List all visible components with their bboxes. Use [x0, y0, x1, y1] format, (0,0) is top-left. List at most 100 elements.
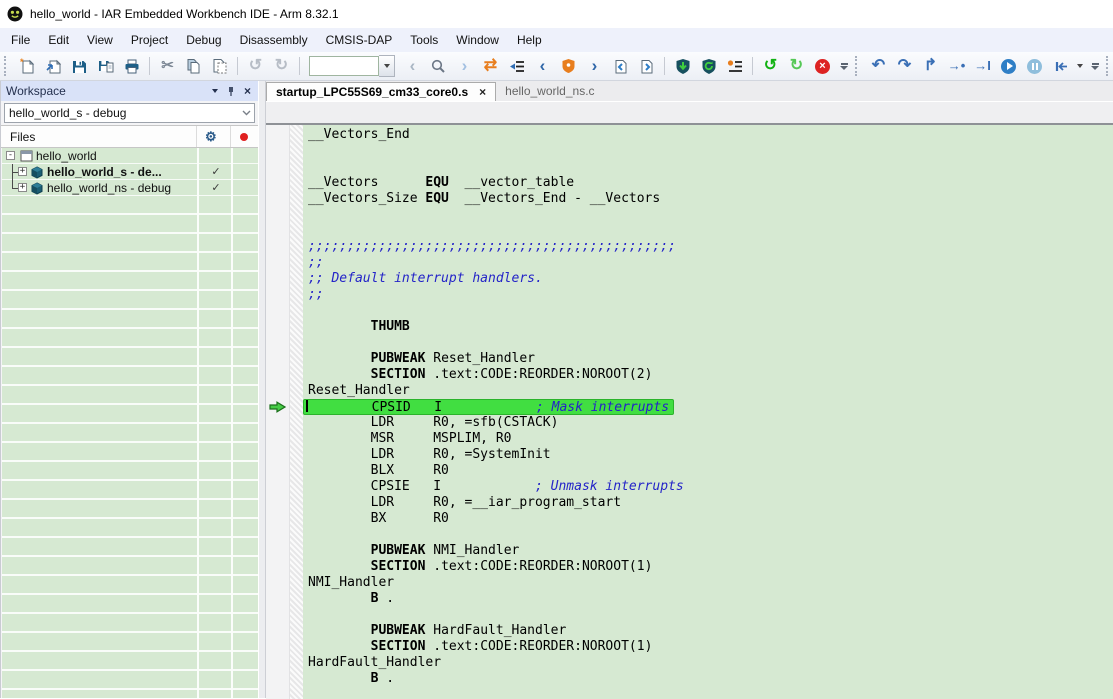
code-line[interactable]: SECTION .text:CODE:REORDER:NOROOT(1)	[303, 559, 1113, 575]
menu-debug[interactable]: Debug	[177, 28, 230, 52]
navigate-back-icon[interactable]: ‹	[400, 55, 425, 77]
new-document-icon[interactable]: *	[15, 55, 40, 77]
menu-cmsis-dap[interactable]: CMSIS-DAP	[317, 28, 402, 52]
code-line[interactable]	[303, 687, 1113, 699]
save-all-icon[interactable]	[93, 55, 118, 77]
panel-splitter[interactable]	[258, 81, 266, 698]
toggle-source-browser-icon[interactable]: ⇄	[478, 55, 503, 77]
tab-startup_LPC55S69_cm33_core0.s[interactable]: startup_LPC55S69_cm33_core0.s×	[266, 82, 496, 101]
tree-expander-icon[interactable]: -	[6, 151, 15, 160]
open-document-icon[interactable]	[41, 55, 66, 77]
breakpoint-margin[interactable]	[290, 125, 303, 699]
code-line[interactable]: LDR R0, =sfb(CSTACK)	[303, 415, 1113, 431]
toolbar-overflow-icon[interactable]	[1089, 56, 1101, 76]
tree-item-hello_world_ns-debug[interactable]: +hello_world_ns - debug✓	[2, 180, 258, 196]
navigate-backward-page-icon[interactable]	[608, 55, 633, 77]
code-line[interactable]	[303, 303, 1113, 319]
workspace-file-tree[interactable]: -hello_world+hello_world_s - de...✓+hell…	[2, 148, 258, 698]
code-line[interactable]: ;;	[303, 255, 1113, 271]
breakpoints-window-icon[interactable]	[722, 55, 747, 77]
cut-icon[interactable]: ✂	[155, 55, 180, 77]
code-line[interactable]: ;;;;;;;;;;;;;;;;;;;;;;;;;;;;;;;;;;;;;;;;…	[303, 239, 1113, 255]
print-icon[interactable]	[119, 55, 144, 77]
code-line[interactable]	[303, 607, 1113, 623]
code-line[interactable]: B .	[303, 591, 1113, 607]
tab-close-icon[interactable]: ×	[479, 86, 486, 98]
download-active-application-icon[interactable]	[670, 55, 695, 77]
menu-tools[interactable]: Tools	[401, 28, 447, 52]
code-line[interactable]	[303, 143, 1113, 159]
tree-expander-icon[interactable]: +	[18, 167, 27, 176]
navigate-forward-page-icon[interactable]	[634, 55, 659, 77]
code-line[interactable]: SECTION .text:CODE:REORDER:NOROOT(1)	[303, 639, 1113, 655]
menu-edit[interactable]: Edit	[39, 28, 78, 52]
code-line[interactable]: __Vectors_End	[303, 127, 1113, 143]
close-icon[interactable]: ×	[244, 86, 251, 96]
code-line[interactable]: MSR MSPLIM, R0	[303, 431, 1113, 447]
stop-return-icon[interactable]	[1048, 55, 1073, 77]
debug-reset-icon[interactable]: ↶	[866, 55, 891, 77]
code-line[interactable]: PUBWEAK NMI_Handler	[303, 543, 1113, 559]
pin-icon[interactable]	[227, 86, 235, 97]
reset-icon[interactable]: ↺	[758, 55, 783, 77]
find-icon[interactable]	[426, 55, 451, 77]
copy-icon[interactable]	[181, 55, 206, 77]
redo-icon[interactable]: ↻	[269, 55, 294, 77]
configuration-selector[interactable]: hello_world_s - debug	[4, 103, 255, 123]
code-line[interactable]: __Vectors_Size EQU __Vectors_End - __Vec…	[303, 191, 1113, 207]
code-line[interactable]: LDR R0, =SystemInit	[303, 447, 1113, 463]
download-and-debug-icon[interactable]	[696, 55, 721, 77]
code-line[interactable]	[303, 207, 1113, 223]
run-to-cursor-icon[interactable]: →I	[970, 55, 995, 77]
goto-function-icon[interactable]	[504, 55, 529, 77]
code-line[interactable]: HardFault_Handler	[303, 655, 1113, 671]
break-icon[interactable]: ↻	[784, 55, 809, 77]
code-line[interactable]: CPSID I ; Mask interrupts	[303, 399, 1113, 415]
navigate-forward-icon[interactable]: ›	[452, 55, 477, 77]
toggle-bookmark-icon[interactable]	[556, 55, 581, 77]
tab-hello_world_ns.c[interactable]: hello_world_ns.c	[496, 82, 603, 101]
tree-item-hello_world[interactable]: -hello_world	[2, 148, 258, 164]
chevron-down-icon[interactable]	[238, 110, 254, 116]
menu-file[interactable]: File	[2, 28, 39, 52]
code-line[interactable]: THUMB	[303, 319, 1113, 335]
go-icon[interactable]	[996, 55, 1021, 77]
code-line[interactable]: NMI_Handler	[303, 575, 1113, 591]
code-line[interactable]: BLX R0	[303, 463, 1113, 479]
workspace-panel-header[interactable]: Workspace ×	[1, 81, 258, 101]
breakpoint-column-icon[interactable]	[240, 133, 248, 141]
stop-debugging-icon[interactable]: ×	[810, 55, 835, 77]
code-line[interactable]: BX R0	[303, 511, 1113, 527]
step-out-icon[interactable]: ↱	[918, 55, 943, 77]
code-line[interactable]: SECTION .text:CODE:REORDER:NOROOT(2)	[303, 367, 1113, 383]
code-line[interactable]	[303, 527, 1113, 543]
undo-icon[interactable]: ↺	[243, 55, 268, 77]
toolbar-grip[interactable]	[855, 56, 861, 76]
next-bookmark-icon[interactable]: ›	[582, 55, 607, 77]
toolbar-grip[interactable]	[4, 56, 10, 76]
menu-window[interactable]: Window	[447, 28, 508, 52]
find-combobox-dropdown[interactable]	[379, 55, 395, 77]
gear-icon[interactable]: ⚙	[205, 129, 217, 145]
editor-gutter[interactable]	[266, 125, 290, 699]
tree-item-hello_world_s-de-[interactable]: +hello_world_s - de...✓	[2, 164, 258, 180]
pause-icon[interactable]	[1022, 55, 1047, 77]
paste-icon[interactable]	[207, 55, 232, 77]
code-line[interactable]: B .	[303, 671, 1113, 687]
step-into-icon[interactable]: →•	[944, 55, 969, 77]
menu-view[interactable]: View	[78, 28, 122, 52]
save-icon[interactable]	[67, 55, 92, 77]
menu-help[interactable]: Help	[508, 28, 551, 52]
code-line[interactable]: ;; Default interrupt handlers.	[303, 271, 1113, 287]
code-line[interactable]: PUBWEAK HardFault_Handler	[303, 623, 1113, 639]
code-line[interactable]: CPSIE I ; Unmask interrupts	[303, 479, 1113, 495]
previous-bookmark-icon[interactable]: ‹	[530, 55, 555, 77]
find-combobox[interactable]	[309, 56, 395, 76]
code-line[interactable]	[303, 223, 1113, 239]
menu-project[interactable]: Project	[122, 28, 177, 52]
step-over-icon[interactable]: ↷	[892, 55, 917, 77]
code-line[interactable]: LDR R0, =__iar_program_start	[303, 495, 1113, 511]
code-area[interactable]: __Vectors_End__Vectors EQU __vector_tabl…	[303, 125, 1113, 699]
tree-expander-icon[interactable]: +	[18, 183, 27, 192]
toolbar-overflow-icon[interactable]	[838, 56, 850, 76]
